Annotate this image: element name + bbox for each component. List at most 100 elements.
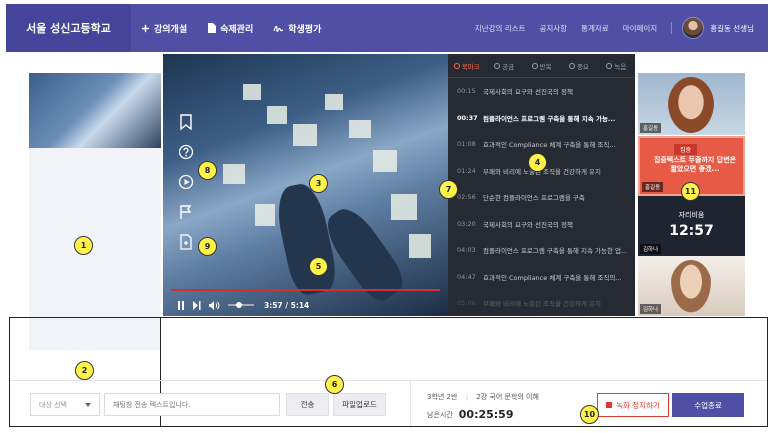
list-item[interactable]: 04:03 컴플라이언스 프로그램 구축을 통해 지속 가능한 업... [448,237,635,264]
video-scene-note [409,234,431,258]
bookmark-time: 01:24 [457,166,476,175]
bottom-vertical-separator [410,381,411,426]
bookmark-text: 국제사회의 요구와 선진국의 정책 [483,220,573,229]
bookmark-text: 국제사회의 요구와 선진국의 정책 [483,88,573,97]
tab-label: 중요 [576,62,589,71]
bookmark-text: 단순한 컴플라이언스 프로그램을 구축 [483,194,585,203]
video-scene-note [223,164,245,184]
link-notices[interactable]: 공지사항 [539,23,567,34]
list-item[interactable]: 00:15 국제사회의 요구와 선진국의 정책 [448,78,635,105]
list-item[interactable]: 05:06 부패와 비리에 노출된 조직을 건강하게 유지 [448,290,635,317]
play-circle-icon[interactable] [178,174,194,190]
next-icon[interactable] [193,300,201,310]
stop-icon [606,402,613,408]
bookmark-text: 효과적인 Compliance 체계 구축을 통해 조직의... [483,273,622,282]
bookmark-time: 05:06 [457,299,476,308]
school-name[interactable]: 서울 성신고등학교 [6,4,131,52]
bookmark-time: 00:37 [457,113,478,122]
header-links: 지난강의 리스트 공지사항 통계자료 마이페이지 [461,22,673,34]
pause-icon[interactable] [177,300,185,310]
chat-input[interactable] [104,393,280,416]
annotation-marker-10: 10 [580,405,599,424]
video-scene-note [391,194,417,220]
link-mypage[interactable]: 마이페이지 [623,23,658,34]
annotation-marker-8: 8 [198,161,217,180]
menu-homework[interactable]: 숙제관리 [207,22,253,35]
bookmark-text: 부패와 비리에 노출된 조직을 건강하게 유지 [483,300,601,309]
video-scene-note [267,106,287,124]
list-item[interactable]: 04:47 효과적인 Compliance 체계 구축을 통해 조직의... [448,264,635,291]
menu-item-label: 학생평가 [288,24,322,35]
video-progress-bar[interactable] [171,289,440,291]
chevron-down-icon [85,403,91,407]
tab-record[interactable]: 녹음 [598,61,635,71]
annotation-marker-1: 1 [74,236,93,255]
user-name: 홍길동 선생님 [710,23,754,33]
video-scene-note [373,150,397,172]
tab-curious[interactable]: 궁금 [485,61,522,71]
avatar [682,17,705,39]
student-tile[interactable]: 홍길동 [638,73,745,135]
video-scene-note [349,120,371,138]
list-item[interactable]: 02:56 단순한 컴플라이언스 프로그램을 구축 [448,184,635,211]
video-scene-note [325,94,343,110]
video-player[interactable]: 3:57 / 5:14 [163,54,448,316]
bookmark-panel: 북마크 궁금 반복 중요 녹음 00:15 국제사회의 요구와 선진국의 정책 0… [448,54,635,316]
menu-create-lecture[interactable]: 강의개설 [141,22,187,35]
menu-evaluation[interactable]: 학생평가 [273,22,321,35]
link-statistics[interactable]: 통계자료 [581,23,609,34]
help-icon[interactable] [178,144,194,160]
send-button[interactable]: 전송 [286,393,329,416]
lesson-title: 2강 국어 문학의 이해 [476,393,539,401]
annotation-marker-2: 2 [75,361,94,380]
signature-icon [273,25,284,32]
annotation-marker-3: 3 [309,174,328,193]
student-video [668,77,714,133]
volume-slider[interactable] [228,302,254,308]
bookmark-time: 00:15 [457,87,476,96]
list-item[interactable]: 03:20 국제사회의 요구와 선진국의 정책 [448,211,635,238]
tab-label: 녹음 [614,62,627,71]
list-item[interactable]: 00:37 컴플라이언스 프로그램 구축을 통해 지속 가능... [448,105,635,132]
teacher-camera-thumbnail[interactable] [29,73,161,148]
video-scene-note [255,204,275,226]
menu-item-label: 숙제관리 [220,24,254,35]
volume-knob[interactable] [236,302,242,308]
annotation-marker-5: 5 [309,257,328,276]
tab-label: 북마크 [461,62,480,71]
tab-important[interactable]: 중요 [560,61,597,71]
student-name: 김하나 [640,244,662,254]
end-class-button[interactable]: 수업종료 [672,393,744,417]
bookmark-text: 컴플라이언스 프로그램 구축을 통해 지속 가능한 업... [483,247,628,256]
file-upload-button[interactable]: 파일업로드 [333,393,386,416]
record-tab-icon [606,62,613,69]
bookmark-icon[interactable] [178,114,194,130]
bottom-separator [10,380,767,381]
remaining-label: 남은시간 [427,410,453,419]
user-profile[interactable]: 홍길동 선생님 [682,17,754,39]
student-name: 홍길동 [640,123,662,133]
video-scene-note [293,124,317,146]
menu-item-label: 강의개설 [154,24,188,35]
document-icon [208,23,217,33]
grade-class: 3학년 2반 [427,393,458,401]
video-scene-note [243,84,261,100]
top-navigation: 서울 성신고등학교 강의개설 숙제관리 학생평가 지난강의 리스트 공지사항 통… [6,4,768,52]
stop-recording-label: 녹화 정지하기 [616,400,660,410]
link-past-lectures[interactable]: 지난강의 리스트 [475,23,526,34]
student-tile-absent[interactable]: 자리비움 12:57 김하나 [638,196,745,256]
tab-bookmark[interactable]: 북마크 [448,61,485,71]
focus-warning-text: 집중텍스트 두줄까지 답변은 짧았으면 좋겠... [653,156,737,173]
note-icon[interactable] [178,234,194,250]
stop-recording-button[interactable]: 녹화 정지하기 [597,393,669,417]
app-root: 서울 성신고등학교 강의개설 숙제관리 학생평가 지난강의 리스트 공지사항 통… [0,0,773,433]
bookmark-time: 04:03 [457,246,476,255]
annotation-marker-6: 6 [325,375,344,394]
tab-repeat[interactable]: 반복 [523,61,560,71]
student-tile[interactable]: 김하나 [638,256,745,316]
bookmark-text: 효과적인 Compliance 체계 구축을 통해 조직... [483,141,616,150]
annotation-marker-11: 11 [681,182,700,201]
target-select[interactable]: 대상 선택 [30,393,100,416]
flag-icon[interactable] [178,204,194,220]
volume-icon[interactable] [209,300,220,310]
